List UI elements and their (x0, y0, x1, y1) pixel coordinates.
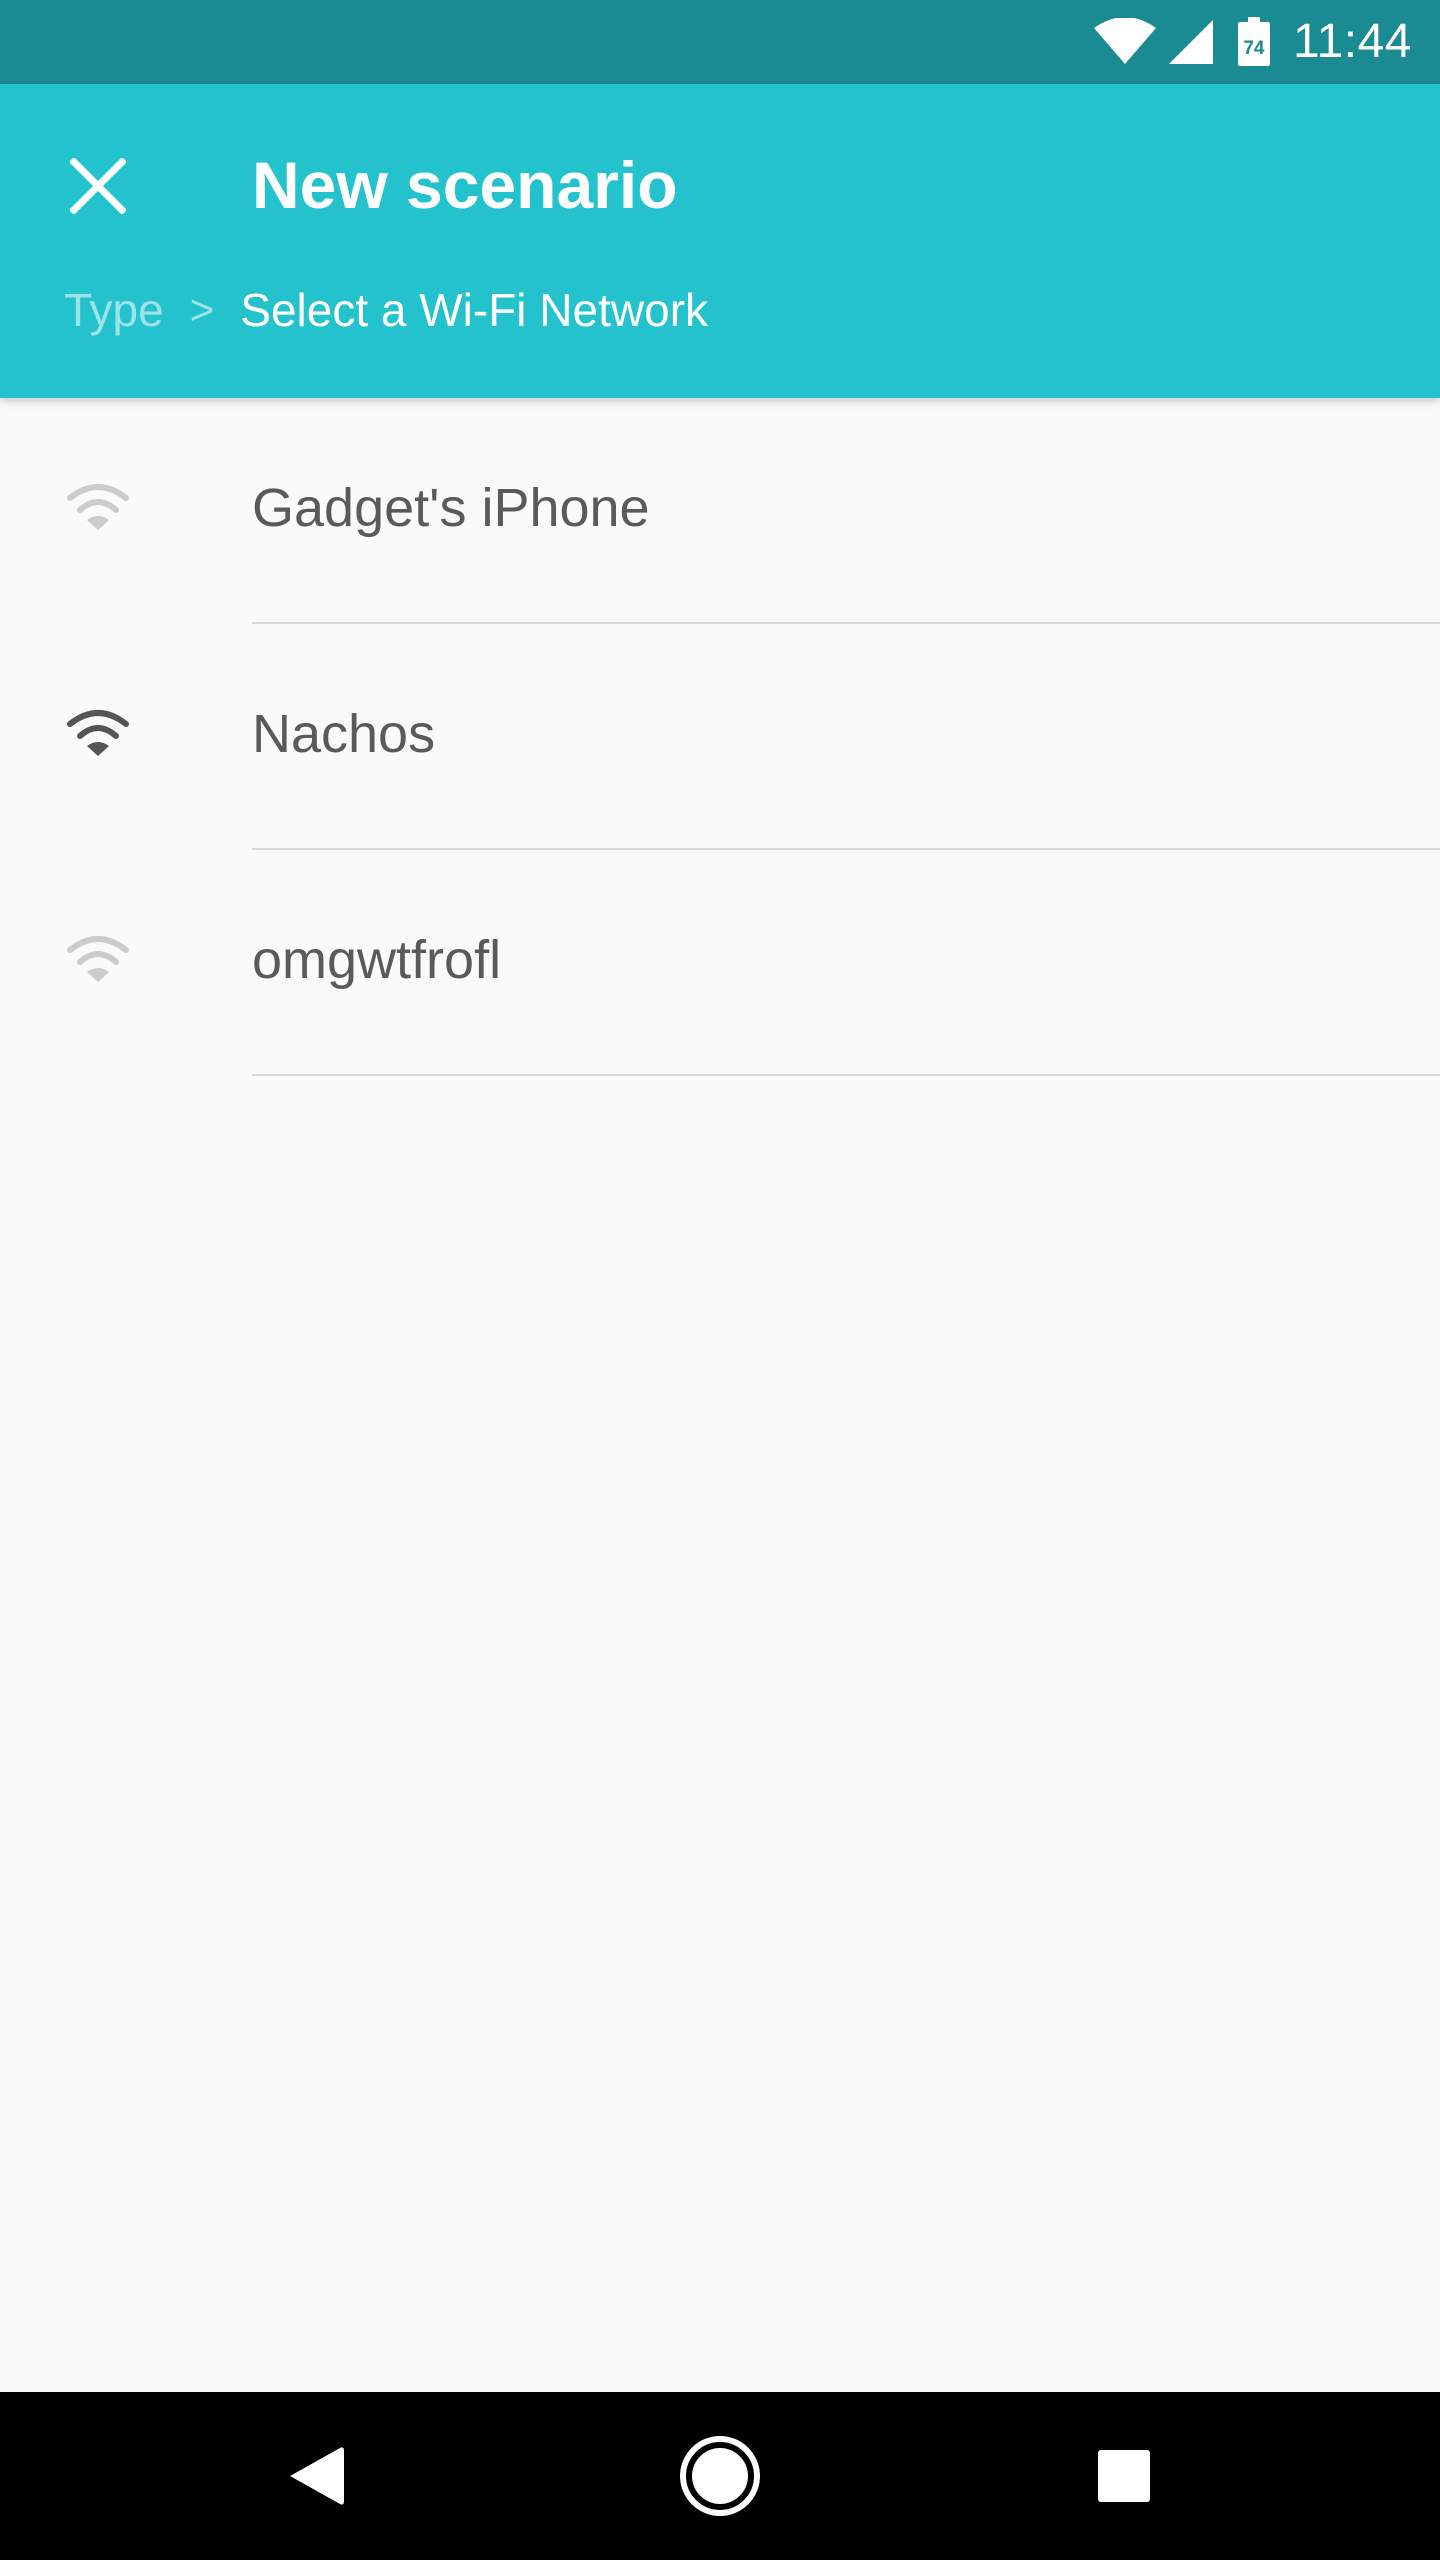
network-list: Gadget's iPhone Nachos omgwtfrofl (0, 398, 1440, 1076)
status-clock: 11:44 (1292, 15, 1412, 68)
wifi-icon (67, 710, 129, 756)
network-item-gadgets-iphone[interactable]: Gadget's iPhone (0, 398, 1440, 624)
breadcrumb: Type > Select a Wi-Fi Network (64, 280, 708, 340)
home-button[interactable] (660, 2416, 780, 2536)
back-icon (290, 2447, 344, 2505)
network-name: Nachos (252, 704, 436, 764)
network-item-nachos[interactable]: Nachos (0, 624, 1440, 850)
divider (252, 1074, 1440, 1076)
wifi-icon (67, 936, 129, 982)
breadcrumb-type[interactable]: Type (64, 283, 164, 337)
battery-level: 74 (1243, 38, 1265, 59)
recents-button[interactable] (1064, 2416, 1184, 2536)
status-bar: 74 11:44 (0, 0, 1440, 84)
network-name: omgwtfrofl (252, 930, 502, 990)
page-title: New scenario (252, 148, 678, 222)
wifi-icon (67, 484, 129, 530)
nav-bar (0, 2392, 1440, 2560)
battery-icon: 74 (1237, 17, 1271, 67)
app-bar: New scenario Type > Select a Wi-Fi Netwo… (0, 84, 1440, 398)
status-icons: 74 11:44 (1093, 0, 1412, 84)
wifi-status-icon (1093, 18, 1157, 66)
breadcrumb-current: Select a Wi-Fi Network (240, 284, 709, 336)
close-icon (69, 156, 127, 219)
close-button[interactable] (48, 138, 148, 238)
breadcrumb-separator: > (189, 286, 215, 333)
home-icon (680, 2436, 760, 2516)
network-name: Gadget's iPhone (252, 478, 650, 538)
network-item-omgwtfrofl[interactable]: omgwtfrofl (0, 850, 1440, 1076)
cell-signal-icon (1167, 18, 1215, 66)
recents-icon (1098, 2450, 1150, 2502)
back-button[interactable] (256, 2416, 376, 2536)
